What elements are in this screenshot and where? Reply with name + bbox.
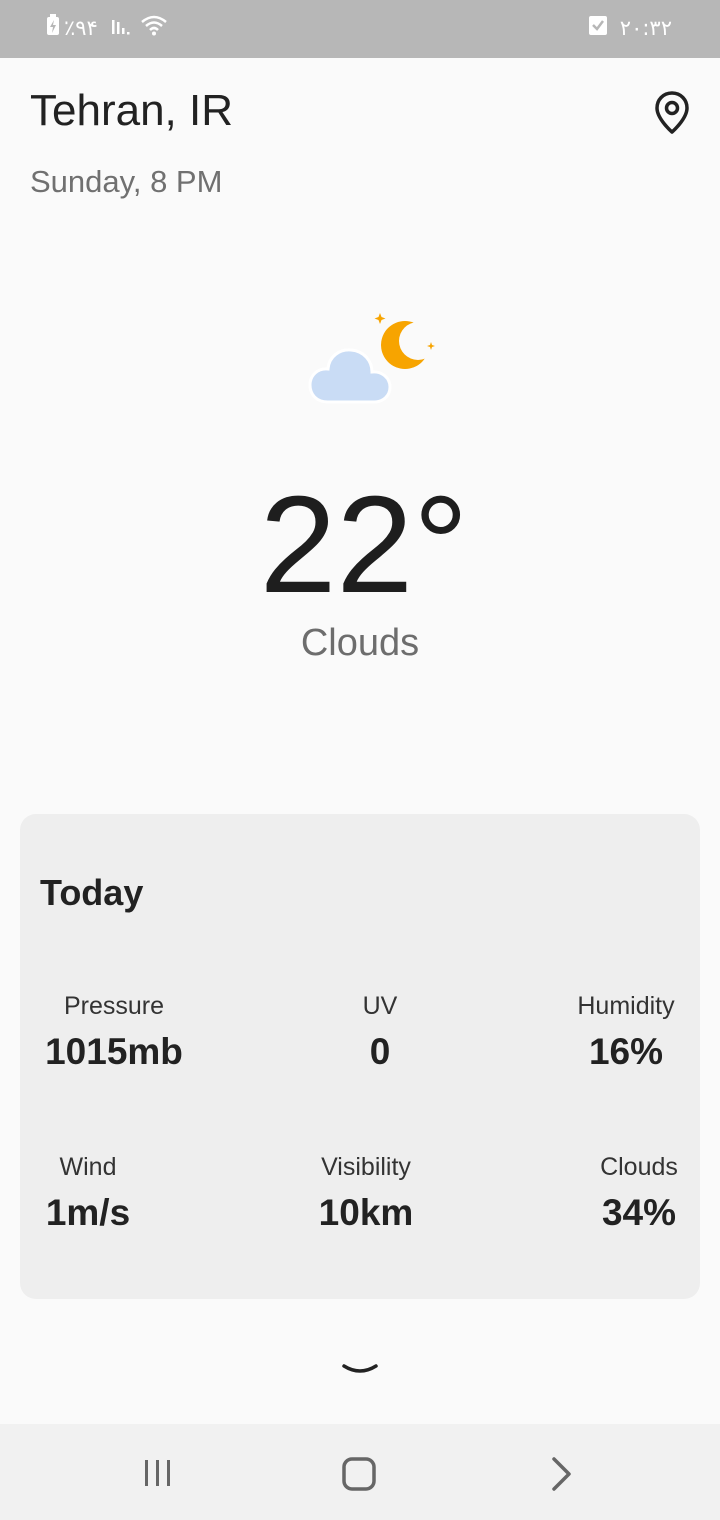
today-card: Today Pressure 1015mb UV 0 Humidity 16% … bbox=[20, 814, 700, 1299]
wind-value: 1m/s bbox=[45, 1192, 131, 1233]
clouds-metric: Clouds 34% bbox=[586, 1153, 692, 1234]
uv-value: 0 bbox=[369, 1031, 391, 1072]
wind-label: Wind bbox=[59, 1153, 117, 1181]
chevron-down-icon bbox=[342, 1364, 378, 1373]
uv-label: UV bbox=[362, 992, 398, 1020]
signal-icon bbox=[110, 14, 132, 42]
visibility-label: Visibility bbox=[321, 1153, 411, 1181]
pressure-label: Pressure bbox=[63, 992, 165, 1020]
cloud-moon-icon bbox=[300, 305, 450, 415]
status-right: ۲۰:۳۲ bbox=[588, 14, 672, 42]
uv-metric: UV 0 bbox=[330, 992, 430, 1073]
system-nav-bar bbox=[0, 1424, 720, 1520]
city-name: Tehran, IR bbox=[30, 86, 233, 135]
humidity-label: Humidity bbox=[577, 992, 675, 1020]
battery-percent: ٪۹۴ bbox=[64, 16, 98, 40]
humidity-value: 16% bbox=[588, 1031, 664, 1072]
status-time: ۲۰:۳۲ bbox=[619, 16, 672, 40]
status-left: ٪۹۴ bbox=[46, 14, 168, 42]
location-pin-icon bbox=[655, 91, 689, 134]
condition: Clouds bbox=[300, 622, 420, 664]
visibility-value: 10km bbox=[318, 1192, 414, 1233]
temperature: 22° bbox=[259, 468, 469, 622]
visibility-metric: Visibility 10km bbox=[306, 1153, 426, 1234]
home-icon bbox=[342, 1457, 376, 1491]
wind-metric: Wind 1m/s bbox=[40, 1153, 136, 1234]
back-button[interactable] bbox=[548, 1456, 576, 1492]
today-title: Today bbox=[40, 872, 144, 913]
home-button[interactable] bbox=[340, 1456, 378, 1492]
checklist-notification-icon bbox=[588, 14, 608, 42]
pressure-metric: Pressure 1015mb bbox=[40, 992, 188, 1073]
battery-charging-icon bbox=[46, 14, 60, 42]
recent-apps-icon bbox=[145, 1460, 170, 1486]
expand-chevron-button[interactable] bbox=[340, 1360, 380, 1380]
wifi-icon bbox=[140, 14, 168, 42]
clouds-label: Clouds bbox=[600, 1153, 678, 1181]
pressure-value: 1015mb bbox=[45, 1031, 183, 1072]
humidity-metric: Humidity 16% bbox=[560, 992, 692, 1073]
date-time: Sunday, 8 PM bbox=[30, 164, 223, 199]
back-arrow-icon bbox=[552, 1457, 571, 1491]
recent-apps-button[interactable] bbox=[140, 1458, 176, 1488]
clouds-value: 34% bbox=[601, 1192, 677, 1233]
location-button[interactable] bbox=[652, 90, 692, 136]
status-bar: ٪۹۴ ۲۰:۳۲ bbox=[0, 0, 720, 58]
